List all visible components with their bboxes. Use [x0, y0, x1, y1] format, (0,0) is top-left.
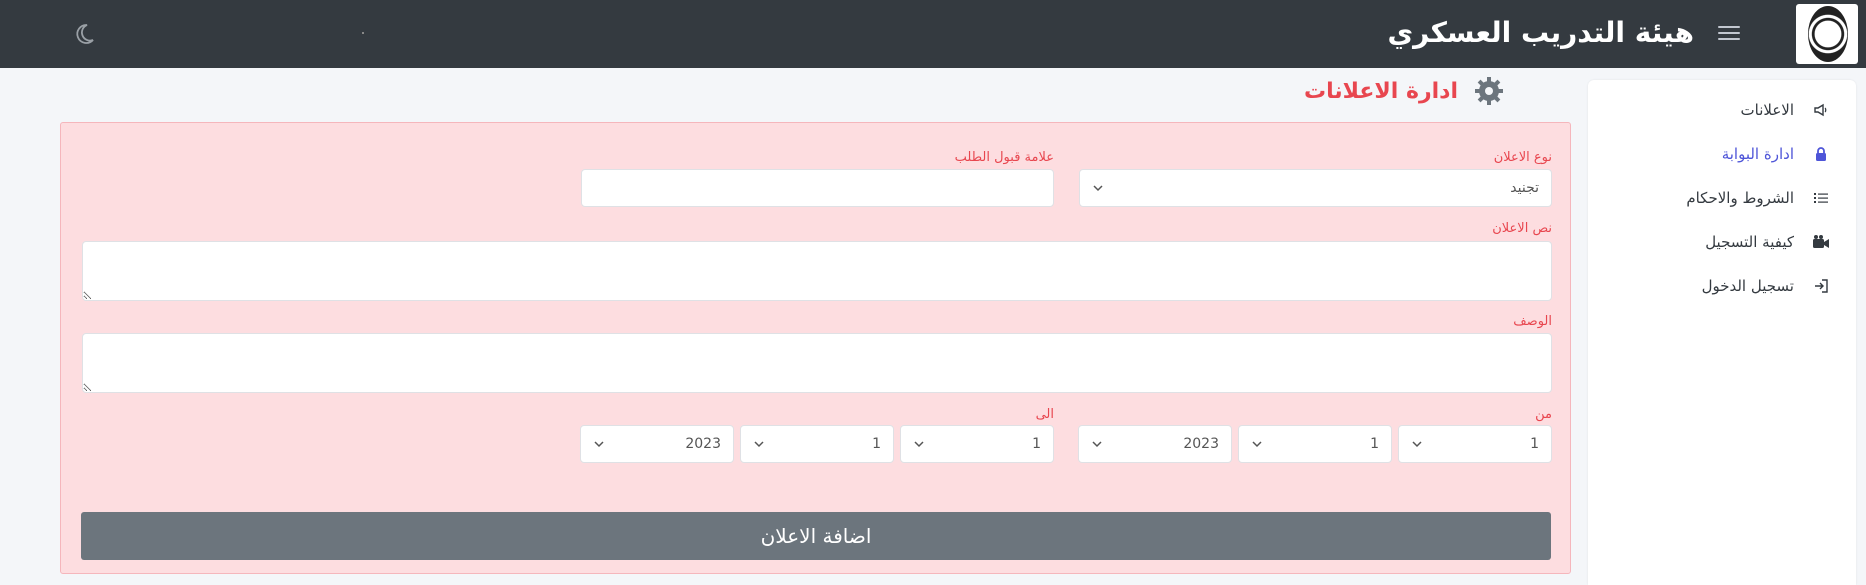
sidebar: الاعلانات ادارة البوابة الشروط والاحكام … — [1588, 80, 1856, 585]
sidebar-item-label: ادارة البوابة — [1721, 145, 1794, 163]
list-icon — [1812, 189, 1830, 207]
ad-type-label: نوع الاعلان — [1493, 150, 1552, 165]
gear-icon — [1475, 77, 1503, 105]
from-month-value: 1 — [1370, 436, 1379, 452]
theme-toggle-button[interactable] — [72, 22, 96, 46]
sidebar-item-label: الشروط والاحكام — [1686, 189, 1794, 207]
description-label: الوصف — [1513, 314, 1552, 329]
acceptance-mark-input[interactable] — [581, 169, 1054, 207]
sidebar-item-label: تسجيل الدخول — [1701, 277, 1794, 295]
from-year-value: 2023 — [1183, 436, 1219, 452]
sidebar-item-how-to-register[interactable]: كيفية التسجيل — [1588, 224, 1856, 260]
hamburger-line — [1718, 32, 1740, 34]
moon-icon — [76, 24, 94, 44]
app-title: هيئة التدريب العسكري — [1387, 16, 1694, 49]
chevron-down-icon — [1093, 185, 1103, 192]
to-month-select[interactable]: 1 — [740, 425, 894, 463]
chevron-down-icon — [1252, 441, 1262, 448]
menu-toggle-button[interactable] — [1718, 22, 1740, 44]
ad-type-value: تجنيد — [1510, 180, 1539, 196]
video-camera-icon — [1812, 233, 1830, 251]
sign-in-icon — [1812, 277, 1830, 295]
logo-emblem[interactable] — [1796, 4, 1858, 64]
to-day-select[interactable]: 1 — [900, 425, 1054, 463]
nav-dot — [362, 32, 364, 34]
sidebar-item-label: الاعلانات — [1740, 101, 1795, 119]
sidebar-item-announcements[interactable]: الاعلانات — [1588, 92, 1856, 128]
chevron-down-icon — [1092, 441, 1102, 448]
description-textarea[interactable] — [82, 333, 1552, 393]
acceptance-mark-label: علامة قبول الطلب — [954, 150, 1054, 165]
page-title-text: ادارة الاعلانات — [1304, 78, 1458, 104]
chevron-down-icon — [1412, 441, 1422, 448]
seal-icon — [1808, 6, 1848, 62]
from-month-select[interactable]: 1 — [1238, 425, 1392, 463]
to-month-value: 1 — [872, 436, 881, 452]
from-day-value: 1 — [1530, 436, 1539, 452]
from-year-select[interactable]: 2023 — [1078, 425, 1232, 463]
to-year-select[interactable]: 2023 — [580, 425, 734, 463]
sidebar-item-login[interactable]: تسجيل الدخول — [1588, 268, 1856, 304]
ad-text-textarea[interactable] — [82, 241, 1552, 301]
ad-text-label: نص الاعلان — [1492, 221, 1552, 236]
add-announcement-button[interactable]: اضافة الاعلان — [81, 512, 1551, 560]
sidebar-item-label: كيفية التسجيل — [1705, 233, 1794, 251]
hamburger-line — [1718, 38, 1740, 40]
chevron-down-icon — [754, 441, 764, 448]
to-date-label: الى — [1035, 407, 1054, 422]
page-title: ادارة الاعلانات — [1304, 76, 1504, 106]
chevron-down-icon — [594, 441, 604, 448]
megaphone-icon — [1812, 101, 1830, 119]
top-navbar: هيئة التدريب العسكري — [0, 0, 1866, 68]
from-date-label: من — [1535, 407, 1552, 422]
lock-icon — [1812, 145, 1830, 163]
ad-type-select[interactable]: تجنيد — [1079, 169, 1552, 207]
to-day-value: 1 — [1032, 436, 1041, 452]
sidebar-item-terms[interactable]: الشروط والاحكام — [1588, 180, 1856, 216]
chevron-down-icon — [914, 441, 924, 448]
to-year-value: 2023 — [685, 436, 721, 452]
announcement-form: نوع الاعلان تجنيد علامة قبول الطلب نص ال… — [60, 122, 1571, 574]
hamburger-icon — [1718, 26, 1740, 28]
from-day-select[interactable]: 1 — [1398, 425, 1552, 463]
sidebar-item-portal-management[interactable]: ادارة البوابة — [1588, 136, 1856, 172]
